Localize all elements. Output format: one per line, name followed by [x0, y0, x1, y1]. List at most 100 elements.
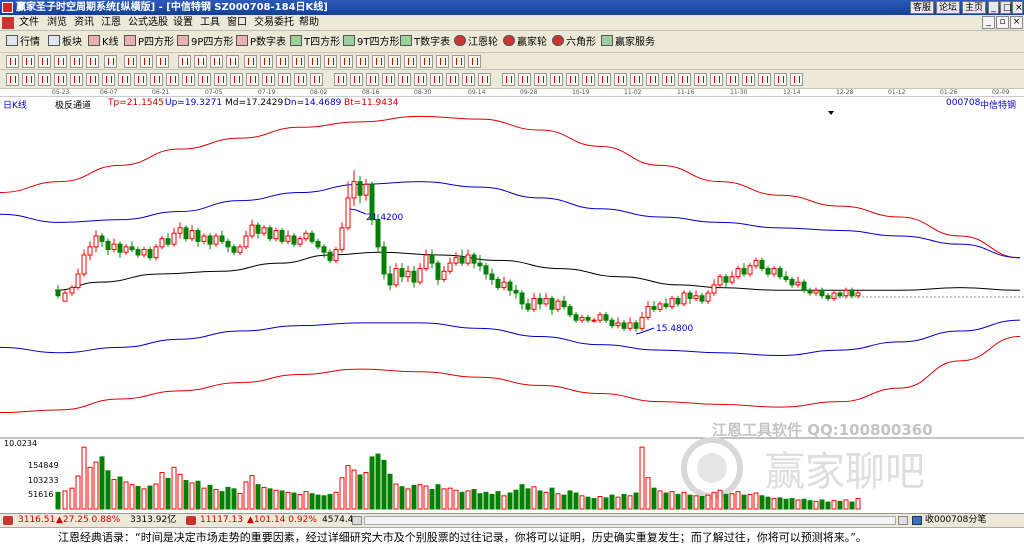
diamond-icon[interactable] — [436, 55, 449, 68]
child-restore-icon[interactable]: ▫ — [996, 16, 1009, 29]
indicator-icon[interactable] — [166, 73, 179, 86]
diamond-icon[interactable] — [468, 55, 481, 68]
menu-settings[interactable]: 设置 — [173, 16, 193, 30]
diamond-icon[interactable] — [340, 55, 353, 68]
indicator-icon[interactable] — [278, 73, 291, 86]
diamond-icon[interactable] — [244, 55, 257, 68]
indicator-icon[interactable] — [118, 73, 131, 86]
gann-fan-icon[interactable] — [710, 73, 723, 86]
menu-tools[interactable]: 工具 — [200, 16, 220, 30]
menu-formula[interactable]: 公式选股 — [128, 16, 168, 30]
cycle-icon[interactable] — [334, 73, 347, 86]
close-icon[interactable]: × — [1012, 1, 1023, 14]
indicator-icon[interactable] — [22, 73, 35, 86]
diamond-icon[interactable] — [388, 55, 401, 68]
last-icon[interactable] — [226, 55, 239, 68]
diamond-icon[interactable] — [324, 55, 337, 68]
menu-info[interactable]: 资讯 — [74, 16, 94, 30]
grid-icon[interactable] — [22, 55, 35, 68]
child-minimize-icon[interactable]: _ — [982, 16, 995, 29]
gann-fan-icon[interactable] — [726, 73, 739, 86]
indicator-icon[interactable] — [214, 73, 227, 86]
zoom-icon[interactable] — [70, 55, 83, 68]
menu-window[interactable]: 窗口 — [227, 16, 247, 30]
indicator-icon[interactable] — [182, 73, 195, 86]
dropdown-icon[interactable] — [104, 55, 117, 68]
9p-square-button[interactable]: 9P四方形 — [177, 35, 233, 49]
minimize-icon[interactable]: _ — [988, 1, 999, 14]
up-down-icon[interactable] — [86, 55, 99, 68]
gann-fan-icon[interactable] — [502, 73, 515, 86]
gann-fan-icon[interactable] — [534, 73, 547, 86]
child-close-icon[interactable]: × — [1010, 16, 1023, 29]
color-icon[interactable] — [124, 55, 137, 68]
gann-fan-icon[interactable] — [614, 73, 627, 86]
select-icon[interactable] — [156, 55, 169, 68]
cycle-icon[interactable] — [430, 73, 443, 86]
menu-help[interactable]: 帮助 — [299, 16, 319, 30]
first-icon[interactable] — [178, 55, 191, 68]
indicator-icon[interactable] — [134, 73, 147, 86]
gann-fan-icon[interactable] — [646, 73, 659, 86]
prev-icon[interactable] — [194, 55, 207, 68]
gann-fan-icon[interactable] — [758, 73, 771, 86]
diamond-icon[interactable] — [260, 55, 273, 68]
homepage-button[interactable]: 主页 — [962, 1, 987, 14]
menu-browse[interactable]: 浏览 — [47, 16, 67, 30]
indicator-icon[interactable] — [54, 73, 67, 86]
gann-fan-icon[interactable] — [582, 73, 595, 86]
cycle-icon[interactable] — [414, 73, 427, 86]
record-icon[interactable] — [140, 55, 153, 68]
gann-fan-icon[interactable] — [694, 73, 707, 86]
pencil-icon[interactable] — [6, 73, 19, 86]
gann-fan-icon[interactable] — [598, 73, 611, 86]
cycle-icon[interactable] — [350, 73, 363, 86]
t-table-button[interactable]: T数字表 — [400, 35, 450, 49]
indicator-icon[interactable] — [86, 73, 99, 86]
p-square-button[interactable]: P四方形 — [124, 35, 174, 49]
t-square-button[interactable]: T四方形 — [290, 35, 340, 49]
indicator-icon[interactable] — [246, 73, 259, 86]
menu-trade[interactable]: 交易委托 — [254, 16, 294, 30]
next-icon[interactable] — [210, 55, 223, 68]
gann-fan-icon[interactable] — [566, 73, 579, 86]
cycle-icon[interactable] — [478, 73, 491, 86]
scroll-right-icon[interactable] — [898, 516, 908, 525]
sectors-button[interactable]: 板块 — [48, 35, 82, 49]
delete-icon[interactable] — [790, 73, 803, 86]
indicator-icon[interactable] — [38, 73, 51, 86]
indicator-icon[interactable] — [294, 73, 307, 86]
cycle-icon[interactable] — [382, 73, 395, 86]
diamond-icon[interactable] — [356, 55, 369, 68]
chart-icon[interactable] — [38, 55, 51, 68]
service-button[interactable]: 赢家服务 — [601, 35, 655, 49]
cycle-icon[interactable] — [398, 73, 411, 86]
gann-fan-icon[interactable] — [678, 73, 691, 86]
gann-fan-icon[interactable] — [662, 73, 675, 86]
cycle-icon[interactable] — [366, 73, 379, 86]
9t-square-button[interactable]: 9T四方形 — [343, 35, 399, 49]
indicator-icon[interactable] — [150, 73, 163, 86]
cycle-icon[interactable] — [462, 73, 475, 86]
diamond-icon[interactable] — [404, 55, 417, 68]
gann-fan-icon[interactable] — [630, 73, 643, 86]
forum-button[interactable]: 论坛 — [936, 1, 961, 14]
kline-chart[interactable]: 江恩工具软件 QQ:100800360 赢家聊吧 21.4200 15.4800… — [0, 97, 1024, 513]
cycle-icon[interactable] — [446, 73, 459, 86]
spiral-icon[interactable] — [774, 73, 787, 86]
gann-fan-icon[interactable] — [742, 73, 755, 86]
quotes-button[interactable]: 行情 — [6, 35, 40, 49]
diamond-icon[interactable] — [452, 55, 465, 68]
support-button[interactable]: 客服 — [910, 1, 935, 14]
p-table-button[interactable]: P数字表 — [236, 35, 286, 49]
diamond-icon[interactable] — [292, 55, 305, 68]
scroll-left-icon[interactable] — [352, 516, 362, 525]
menu-file[interactable]: 文件 — [19, 16, 39, 30]
indicator-icon[interactable] — [102, 73, 115, 86]
menu-gann[interactable]: 江恩 — [101, 16, 121, 30]
diamond-icon[interactable] — [372, 55, 385, 68]
gann-fan-icon[interactable] — [550, 73, 563, 86]
gann-wheel-button[interactable]: 江恩轮 — [454, 35, 498, 49]
horizontal-scrollbar[interactable] — [364, 516, 896, 525]
grid-icon[interactable] — [54, 55, 67, 68]
